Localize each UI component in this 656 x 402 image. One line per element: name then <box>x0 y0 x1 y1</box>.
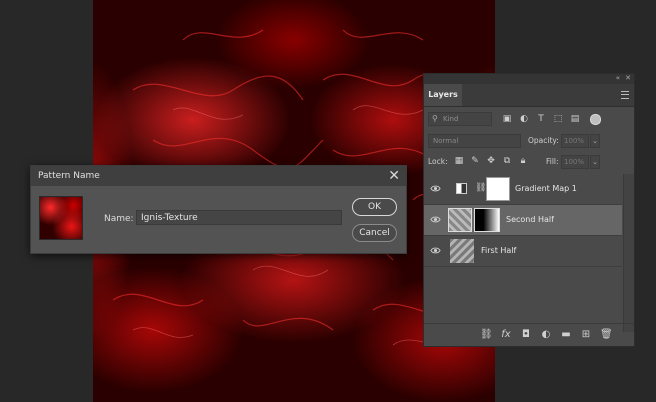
fill-input[interactable]: 100% <box>561 155 589 169</box>
pattern-name-dialog: Pattern Name ✕ Name: OK Cancel <box>30 165 407 254</box>
new-group-icon[interactable]: ▬ <box>560 329 572 341</box>
filter-adjustment-icon[interactable]: ◐ <box>519 114 529 124</box>
layers-panel: « ✕ Layers ⚲ Kind ▣ ◐ T ⬚ ▤ Normal Opaci… <box>423 73 635 347</box>
layers-list: ⛓ Gradient Map 1 ⛓ Second Half First Hal… <box>424 174 634 334</box>
mask-thumbnail[interactable] <box>486 177 510 201</box>
adjustment-layer-icon[interactable]: ◐ <box>540 329 552 341</box>
fill-label: Fill: <box>546 157 559 166</box>
chevron-down-icon[interactable]: ⌄ <box>590 134 600 148</box>
layers-scrollbar[interactable] <box>623 174 634 332</box>
trash-icon[interactable]: 🗑︎ <box>600 329 613 341</box>
new-layer-icon[interactable]: ⊞ <box>580 329 592 341</box>
link-layers-icon[interactable]: ⛓ <box>480 329 493 341</box>
close-icon[interactable]: ✕ <box>388 168 400 184</box>
blend-mode-select[interactable]: Normal <box>428 134 521 148</box>
ok-button[interactable]: OK <box>352 198 397 216</box>
layer-thumbnail[interactable] <box>448 208 472 232</box>
layer-row-gradient-map[interactable]: ⛓ Gradient Map 1 <box>424 174 622 205</box>
lock-transparent-icon[interactable]: ▦ <box>454 156 464 166</box>
pattern-name-input[interactable] <box>136 210 342 225</box>
pattern-preview-swatch <box>39 196 83 240</box>
cancel-button[interactable]: Cancel <box>352 224 397 242</box>
chevron-down-icon[interactable]: ⌄ <box>590 155 600 169</box>
panel-topstrip: « ✕ <box>424 74 634 84</box>
mask-thumbnail[interactable] <box>474 208 500 232</box>
eye-icon[interactable] <box>430 214 441 225</box>
link-icon[interactable]: ⛓ <box>475 183 486 193</box>
layer-row-first-half[interactable]: First Half <box>424 236 622 267</box>
filter-smart-object-icon[interactable]: ▤ <box>570 114 580 124</box>
filter-shape-icon[interactable]: ⬚ <box>553 114 563 124</box>
filter-type-icon[interactable]: T <box>536 114 546 124</box>
layer-filter-row: ⚲ Kind ▣ ◐ T ⬚ ▤ <box>428 112 630 126</box>
eye-icon[interactable] <box>430 245 441 256</box>
collapse-icon[interactable]: « <box>616 74 620 82</box>
filter-kind-select[interactable]: ⚲ Kind <box>428 112 492 126</box>
layer-name: First Half <box>481 246 517 255</box>
name-label: Name: <box>104 214 134 224</box>
layer-name: Second Half <box>506 215 554 224</box>
panel-tabbar: Layers <box>424 84 634 107</box>
lock-image-icon[interactable]: ✎ <box>470 156 480 166</box>
panel-menu-icon[interactable] <box>621 91 629 99</box>
dialog-title: Pattern Name <box>38 171 100 181</box>
filter-toggle-icon[interactable] <box>590 114 601 125</box>
layers-panel-footer: ⛓ fx ◘ ◐ ▬ ⊞ 🗑︎ <box>424 323 634 346</box>
add-mask-icon[interactable]: ◘ <box>520 329 532 341</box>
layer-name: Gradient Map 1 <box>515 184 577 193</box>
close-panel-icon[interactable]: ✕ <box>625 74 631 82</box>
lock-artboard-icon[interactable]: ⧉ <box>502 156 512 166</box>
filter-pixel-icon[interactable]: ▣ <box>502 114 512 124</box>
eye-icon[interactable] <box>430 183 441 194</box>
lock-row: Lock: ▦ ✎ ✥ ⧉ 🔒︎ Fill: 100% ⌄ <box>428 155 630 169</box>
layer-row-second-half[interactable]: ⛓ Second Half <box>424 205 622 236</box>
opacity-input[interactable]: 100% <box>561 134 589 148</box>
fx-icon[interactable]: fx <box>500 329 512 341</box>
tab-layers[interactable]: Layers <box>424 84 462 106</box>
lock-position-icon[interactable]: ✥ <box>486 156 496 166</box>
blend-row: Normal Opacity: 100% ⌄ <box>428 134 630 148</box>
lock-label: Lock: <box>428 157 448 166</box>
smart-object-icon[interactable] <box>450 239 474 263</box>
lock-all-icon[interactable]: 🔒︎ <box>518 156 528 166</box>
gradient-map-adjustment-icon <box>456 183 467 194</box>
opacity-label: Opacity: <box>528 136 559 145</box>
dialog-titlebar[interactable]: Pattern Name ✕ <box>31 166 406 186</box>
filter-kind-label: Kind <box>443 115 459 123</box>
search-icon: ⚲ <box>432 114 438 123</box>
